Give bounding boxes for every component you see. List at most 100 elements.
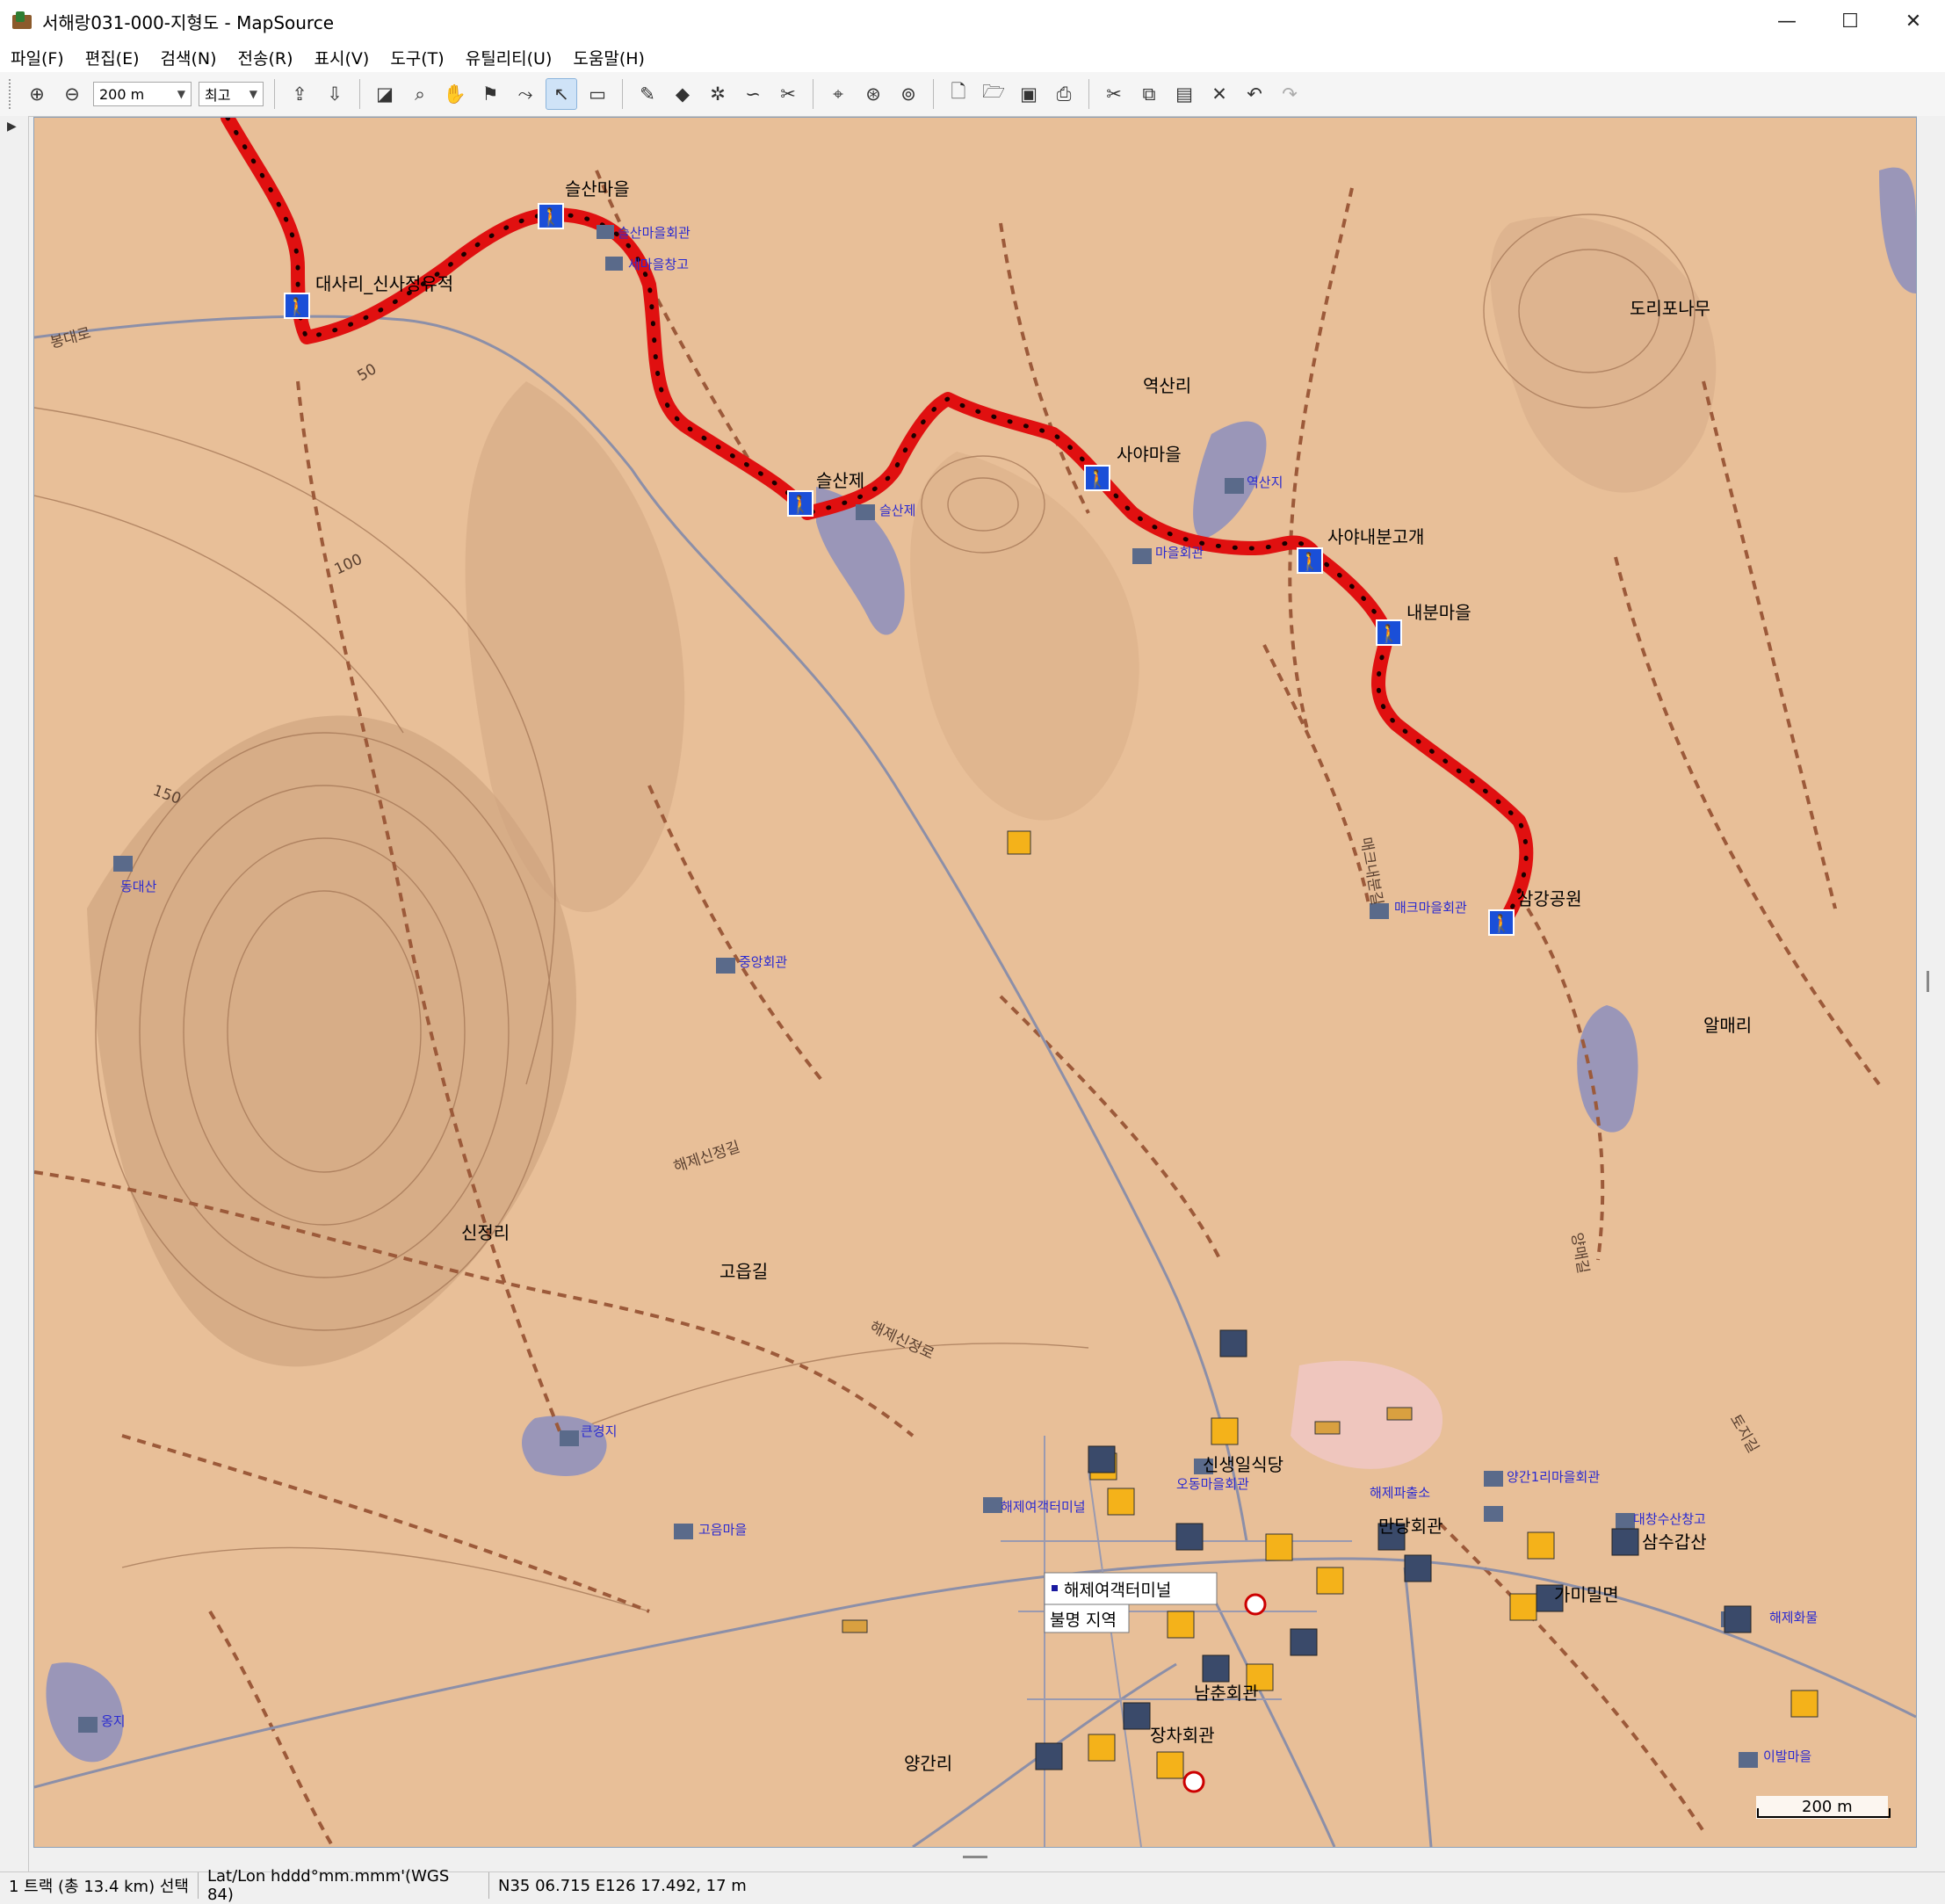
poi-marker[interactable]: 양간1리마을회관 [1484,1469,1600,1487]
menu-find[interactable]: 검색(N) [150,46,228,69]
zoom-level-select[interactable]: 200 m ▼ [93,82,192,106]
menu-edit[interactable]: 편집(E) [75,46,150,69]
scale-bar: 200 m [1756,1796,1891,1819]
vertical-splitter-handle[interactable] [1927,971,1929,992]
map-tool-icon[interactable]: ◪ [370,79,400,109]
find-icon[interactable]: ⌖ [823,79,853,109]
waypoint-label: 슬산마을 [565,178,630,199]
selection-tool-icon[interactable]: ↖ [546,78,577,110]
poi-marker[interactable]: 해제여객터미널 [983,1497,1086,1515]
eraser-icon[interactable]: ◆ [668,79,698,109]
distance-tool-icon[interactable]: ▭ [582,79,612,109]
town-label: 장차회관 [1150,1725,1215,1746]
place-label: 신정리 [461,1222,510,1243]
road-label: 고읍길 [719,1261,768,1282]
track-divide-icon[interactable]: ✂ [773,79,803,109]
mapsource-app-icon [12,11,32,31]
menu-transfer[interactable]: 전송(R) [228,46,304,69]
poi-label: 옹지 [101,1713,126,1729]
track-join-icon[interactable]: ∽ [738,79,768,109]
poi-label: 세마을창고 [628,257,689,272]
undo-icon[interactable]: ↶ [1240,79,1269,109]
road-label: 매크내분길 [1356,836,1385,906]
menu-utilities[interactable]: 유틸리티(U) [455,46,563,69]
waypoint-label: 사야내분고개 [1327,526,1424,547]
poi-label: 슬산마을회관 [618,225,691,241]
svg-text:🚶: 🚶 [1087,468,1109,489]
waypoint-label: 사야마을 [1117,444,1182,465]
find-address-icon[interactable]: ⊚ [893,79,923,109]
hand-tool-icon[interactable]: ✋ [440,79,470,109]
poi-label: 역산지 [1247,474,1283,490]
menu-file[interactable]: 파일(F) [0,46,75,69]
route-tool-icon[interactable]: ⤳ [510,79,540,109]
close-button[interactable]: ✕ [1882,0,1945,42]
road-label: 봉대로 [48,324,92,351]
poi-marker[interactable]: 마을회관 [1132,545,1204,564]
waypoint-tool-icon[interactable]: ⚑ [475,79,505,109]
zoom-out-icon[interactable]: ⊖ [57,79,87,109]
poi-marker[interactable]: 슬산제 [856,503,915,520]
town-label: 신생일식당 [1203,1454,1283,1475]
place-label: 역산리 [1143,375,1191,396]
maximize-button[interactable]: ☐ [1818,0,1882,42]
toolbar-grip[interactable] [9,79,14,109]
poi-marker[interactable]: 세마을창고 [605,257,689,272]
map-view[interactable]: 🚶 대사리_신사정유적 🚶 슬산마을 🚶 슬산제 🚶 사야마을 🚶 사야내분고개… [33,117,1917,1848]
minimize-button[interactable]: — [1755,0,1818,42]
waypoint-marker[interactable]: 🚶 사야내분고개 [1297,526,1424,574]
horizontal-splitter-handle[interactable] [963,1856,987,1858]
status-format: Lat/Lon hddd°mm.mmm'(WGS 84) [199,1867,489,1904]
popup-subtitle: 불명 지역 [1050,1611,1117,1630]
waypoint-marker[interactable]: 🚶 내분마을 [1376,602,1471,646]
print-icon[interactable]: ⎙ [1049,79,1079,109]
toolbar: ⊕ ⊖ 200 m ▼ 최고 ▼ ⇪ ⇩ ◪ ⌕ ✋ ⚑ ⤳ ↖ ▭ ✎ ◆ ✲ ∽… [0,72,1945,117]
waypoint-marker[interactable]: 🚶 삼강공원 [1488,888,1582,936]
waypoint-label: 대사리_신사정유적 [315,273,453,294]
menu-help[interactable]: 도움말(H) [562,46,655,69]
toolbar-separator [1088,79,1089,109]
new-file-icon[interactable]: 🗋 [944,79,973,109]
menu-tools[interactable]: 도구(T) [380,46,454,69]
send-to-device-icon[interactable]: ⇩ [320,79,350,109]
poi-label: 이발마을 [1763,1748,1811,1764]
save-icon[interactable]: ▣ [1014,79,1044,109]
poi-marker[interactable]: 고음마을 [674,1522,747,1539]
open-file-icon[interactable]: 🗁 [979,79,1009,109]
delete-icon[interactable]: ✕ [1204,79,1234,109]
receive-from-device-icon[interactable]: ⇪ [285,79,315,109]
poi-label: 슬산제 [879,503,915,518]
redo-icon[interactable]: ↷ [1275,79,1305,109]
poi-label: 해제화물 [1769,1610,1818,1625]
waypoint-label: 삼강공원 [1517,888,1582,909]
waypoint-label: 슬산제 [816,470,864,491]
copy-icon[interactable]: ⧉ [1134,79,1164,109]
poi-label: 해제파출소 [1370,1485,1430,1501]
menu-bar: 파일(F) 편집(E) 검색(N) 전송(R) 표시(V) 도구(T) 유틸리티… [0,42,1945,73]
right-panel-strip [1917,116,1945,1846]
waypoint-label: 내분마을 [1406,602,1471,623]
poi-marker[interactable]: 슬산마을회관 [597,225,691,241]
poi-marker[interactable]: 대창수산창고 [1616,1511,1706,1529]
town-label: 가미밀면 [1554,1584,1619,1605]
popup-title: 해제여객터미널 [1064,1581,1171,1600]
find-nearby-icon[interactable]: ⊛ [858,79,888,109]
zoom-in-icon[interactable]: ⊕ [22,79,52,109]
poi-marker[interactable]: 중앙회관 [716,954,787,974]
zoom-tool-icon[interactable]: ⌕ [405,79,435,109]
track-draw-icon[interactable]: ✎ [633,79,662,109]
poi-marker[interactable]: 이발마을 [1739,1748,1811,1768]
menu-view[interactable]: 표시(V) [304,46,380,69]
track-select-icon[interactable]: ✲ [703,79,733,109]
waypoint-marker[interactable]: 🚶 사야마을 [1084,444,1182,491]
road-label: 토지길 [1726,1412,1762,1457]
paste-icon[interactable]: ▤ [1169,79,1199,109]
town-label: 삼수갑산 [1642,1531,1707,1553]
map-canvas[interactable]: 🚶 대사리_신사정유적 🚶 슬산마을 🚶 슬산제 🚶 사야마을 🚶 사야내분고개… [34,118,1916,1847]
contour-label: 150 [150,782,183,808]
expand-panel-icon[interactable]: ▶ [7,119,17,134]
detail-level-select[interactable]: 최고 ▼ [199,82,264,106]
toolbar-separator [359,79,360,109]
cut-icon[interactable]: ✂ [1099,79,1129,109]
toolbar-separator [274,79,275,109]
